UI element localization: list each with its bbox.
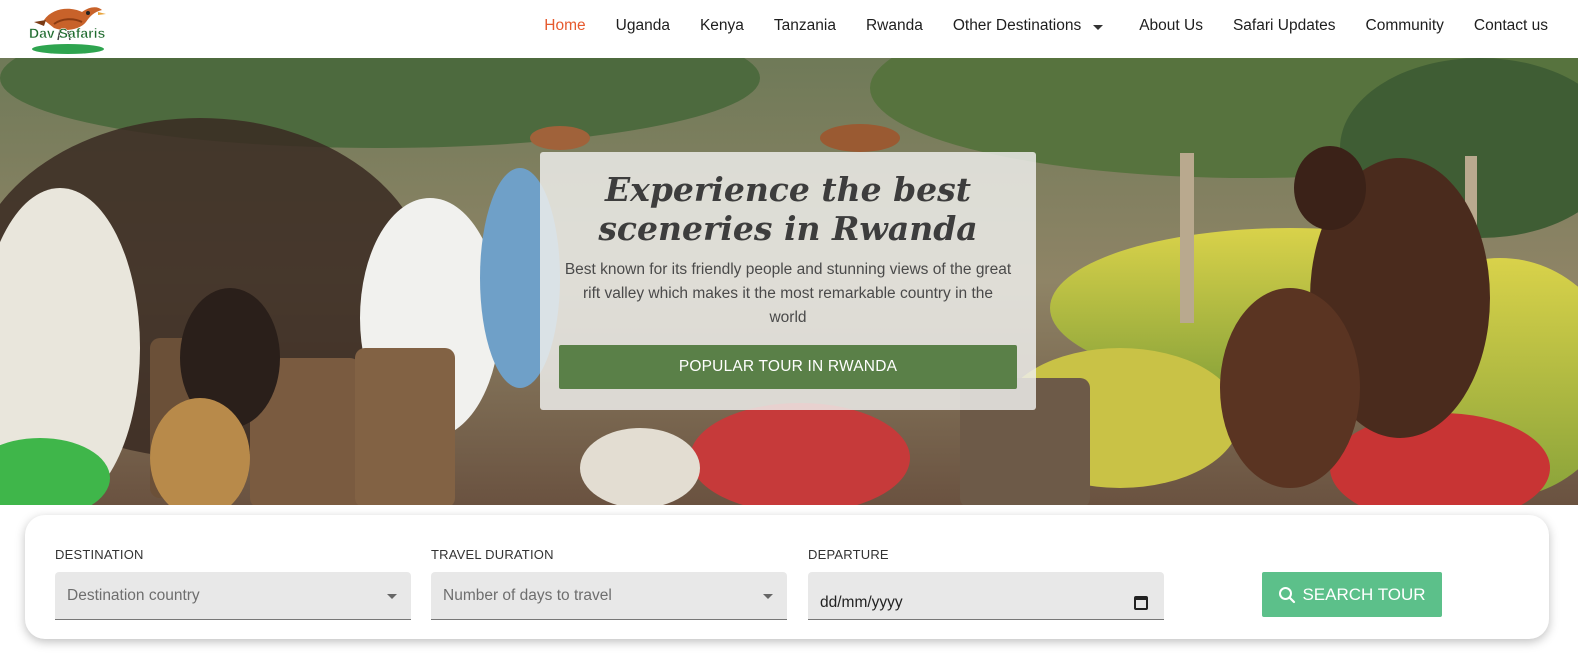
nav-home-label: Home: [544, 17, 586, 34]
nav-community[interactable]: Community: [1366, 17, 1444, 35]
duration-select[interactable]: Number of days to travel: [431, 572, 787, 620]
nav-contact-us[interactable]: Contact us: [1474, 17, 1548, 35]
departure-value: dd/mm/yyyy: [820, 593, 903, 611]
hero-banner: Experience the best sceneries in Rwanda …: [0, 58, 1578, 505]
nav-about-us-label: About Us: [1139, 17, 1203, 34]
hero-card: Experience the best sceneries in Rwanda …: [540, 152, 1036, 410]
nav-rwanda-label: Rwanda: [865, 17, 923, 34]
calendar-icon[interactable]: [1134, 596, 1148, 610]
hero-title: Experience the best sceneries in Rwanda: [598, 170, 978, 248]
destination-placeholder: Destination country: [67, 586, 200, 604]
duration-placeholder: Number of days to travel: [443, 586, 612, 604]
nav-kenya[interactable]: Kenya: [700, 17, 744, 35]
departure-date-input[interactable]: dd/mm/yyyy: [808, 572, 1164, 620]
search-tour-button-label: SEARCH TOUR: [1302, 584, 1426, 604]
nav-uganda-label: Uganda: [615, 17, 670, 34]
nav-community-label: Community: [1365, 17, 1444, 34]
nav-home[interactable]: Home: [544, 17, 585, 35]
popular-tour-button[interactable]: POPULAR TOUR IN RWANDA: [559, 345, 1017, 389]
duration-label: TRAVEL DURATION: [431, 547, 554, 562]
hero-description: Best known for its friendly people and s…: [564, 261, 1012, 326]
search-tour-button[interactable]: SEARCH TOUR: [1262, 572, 1442, 617]
site-header: Dav Safaris Home Uganda Kenya Tanzania R…: [0, 0, 1578, 58]
destination-field: DESTINATION Destination country: [55, 547, 411, 620]
nav-contact-us-label: Contact us: [1473, 17, 1548, 34]
nav-rwanda[interactable]: Rwanda: [866, 17, 923, 35]
dropdown-arrow-icon: [387, 594, 397, 599]
main-nav: Home Uganda Kenya Tanzania Rwanda Other …: [514, 0, 1548, 52]
nav-uganda[interactable]: Uganda: [616, 17, 670, 35]
nav-about-us[interactable]: About Us: [1139, 17, 1203, 35]
nav-other-destinations[interactable]: Other Destinations: [953, 17, 1109, 35]
departure-field: DEPARTURE dd/mm/yyyy: [808, 547, 1164, 620]
nav-kenya-label: Kenya: [699, 17, 744, 34]
nav-tanzania[interactable]: Tanzania: [774, 17, 836, 35]
destination-select[interactable]: Destination country: [55, 572, 411, 620]
chevron-down-icon: [1093, 24, 1104, 30]
nav-other-destinations-label: Other Destinations: [952, 17, 1082, 34]
dropdown-arrow-icon: [763, 594, 773, 599]
nav-tanzania-label: Tanzania: [773, 17, 836, 34]
site-logo[interactable]: Dav Safaris: [24, 2, 108, 56]
popular-tour-button-label: POPULAR TOUR IN RWANDA: [678, 358, 898, 375]
svg-text:Dav Safaris: Dav Safaris: [29, 25, 105, 41]
nav-safari-updates[interactable]: Safari Updates: [1233, 17, 1336, 35]
search-icon: [1279, 586, 1296, 603]
nav-safari-updates-label: Safari Updates: [1232, 17, 1336, 34]
duration-field: TRAVEL DURATION Number of days to travel: [431, 547, 787, 620]
tour-search-panel: DESTINATION Destination country TRAVEL D…: [25, 515, 1549, 639]
destination-label: DESTINATION: [55, 547, 144, 562]
departure-label: DEPARTURE: [808, 547, 889, 562]
